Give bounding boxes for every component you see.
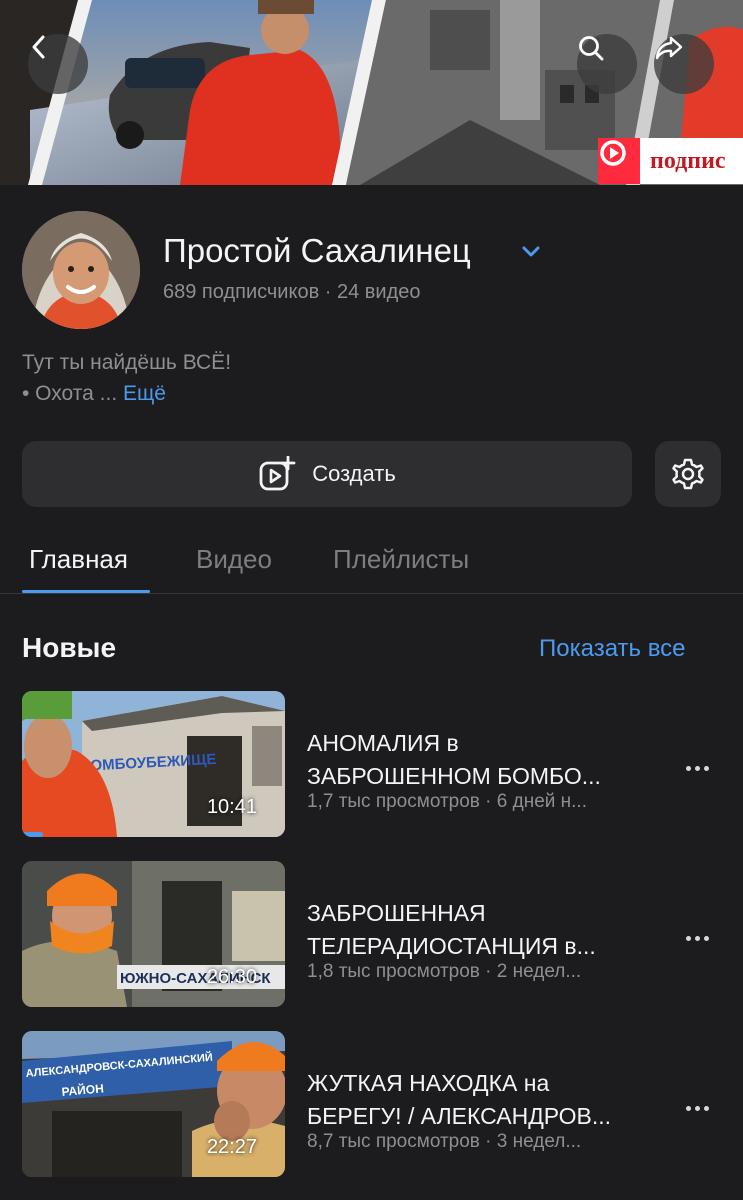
more-horizontal-icon-dot (703, 1105, 709, 1111)
channel-tabs: Главная Видео Плейлисты (0, 530, 743, 594)
video-title[interactable]: ЗАБРОШЕННАЯ ТЕЛЕРАДИОСТАНЦИЯ в... (307, 897, 657, 963)
video-title-line1: АНОМАЛИЯ в (307, 730, 459, 756)
video-more-button[interactable] (677, 1093, 717, 1123)
add-video-icon (259, 456, 296, 491)
subscribe-badge-text: подпис (650, 147, 726, 174)
video-title-line2: ТЕЛЕРАДИОСТАНЦИЯ в... (307, 933, 596, 959)
search-button[interactable] (577, 34, 637, 94)
video-title-line2: ЗАБРОШЕННОМ БОМБО... (307, 763, 601, 789)
video-count: 24 видео (336, 281, 421, 303)
more-horizontal-icon-dot (703, 935, 709, 941)
description-text: • Охота ... (22, 382, 124, 405)
video-meta: 8,7 тыс просмотров · 3 недел... (307, 1131, 582, 1152)
channel-avatar[interactable] (22, 211, 140, 329)
chevron-down-icon[interactable] (518, 240, 544, 262)
video-thumbnail[interactable]: БОМБОУБЕЖИЩЕ 10:41 (22, 691, 285, 837)
video-thumbnail[interactable]: ЮЖНО-САХАЛИНСК 26:30 (22, 861, 285, 1007)
channel-description-line2: • Охота ... Ещё (22, 382, 166, 406)
video-title[interactable]: АНОМАЛИЯ в ЗАБРОШЕННОМ БОМБО... (307, 727, 657, 793)
active-tab-indicator (22, 590, 150, 593)
video-duration: 22:27 (206, 1136, 257, 1158)
video-duration: 26:30 (206, 966, 257, 988)
more-horizontal-icon-dot (685, 1105, 691, 1111)
video-title[interactable]: ЖУТКАЯ НАХОДКА на БЕРЕГУ! / АЛЕКСАНДРОВ.… (307, 1067, 657, 1133)
more-horizontal-icon-dot (694, 765, 700, 771)
search-icon (579, 36, 604, 61)
create-button-label: Создать (312, 461, 396, 486)
channel-banner: подпис (0, 0, 743, 185)
channel-name: Простой Сахалинец (163, 232, 471, 269)
video-duration: 10:41 (206, 796, 257, 818)
section-title: Новые (22, 632, 117, 663)
video-meta: 1,7 тыс просмотров · 6 дней н... (307, 791, 587, 812)
banner-subscribe-badge: подпис (598, 138, 743, 184)
more-horizontal-icon-dot (685, 935, 691, 941)
video-more-button[interactable] (677, 923, 717, 953)
stats-separator: · (319, 281, 337, 303)
video-title-line1: ЖУТКАЯ НАХОДКА на (307, 1070, 550, 1096)
video-title-line1: ЗАБРОШЕННАЯ (307, 900, 486, 926)
video-title-line2: БЕРЕГУ! / АЛЕКСАНДРОВ... (307, 1103, 612, 1129)
more-horizontal-icon-dot (694, 935, 700, 941)
gear-icon (672, 458, 704, 490)
create-button[interactable]: Создать (22, 441, 632, 507)
channel-stats: 689 подписчиков · 24 видео (163, 281, 421, 304)
video-meta: 1,8 тыс просмотров · 2 недел... (307, 961, 582, 982)
avatar-image (22, 211, 140, 329)
video-item[interactable]: АЛЕКСАНДРОВСК-САХАЛИНСКИЙ РАЙОН 22:27 ЖУ… (0, 1031, 743, 1179)
settings-button[interactable] (655, 441, 721, 507)
more-horizontal-icon-dot (685, 765, 691, 771)
subscriber-count: 689 подписчиков (163, 281, 320, 303)
share-icon (655, 36, 683, 60)
show-all-link[interactable]: Показать все (539, 635, 686, 663)
video-item[interactable]: ЮЖНО-САХАЛИНСК 26:30 ЗАБРОШЕННАЯ ТЕЛЕРАД… (0, 861, 743, 1009)
share-button[interactable] (654, 34, 714, 94)
back-button[interactable] (28, 34, 88, 94)
description-more-link[interactable]: Ещё (123, 382, 166, 405)
tab-playlists[interactable]: Плейлисты (333, 544, 469, 575)
chevron-left-icon (32, 35, 45, 59)
channel-description-line1: Тут ты найдёшь ВСЁ! (22, 351, 232, 374)
video-more-button[interactable] (677, 753, 717, 783)
tab-videos[interactable]: Видео (196, 544, 272, 575)
video-item[interactable]: БОМБОУБЕЖИЩЕ 10:41 АНОМАЛИЯ в ЗАБРОШЕННО… (0, 691, 743, 839)
tab-home[interactable]: Главная (29, 544, 128, 575)
play-logo-icon (598, 138, 640, 184)
watch-progress-bar (22, 832, 43, 837)
channel-page: подпис Простой Сахалинец 689 подписчиков… (0, 0, 743, 1200)
more-horizontal-icon-dot (694, 1105, 700, 1111)
video-thumbnail[interactable]: АЛЕКСАНДРОВСК-САХАЛИНСКИЙ РАЙОН 22:27 (22, 1031, 285, 1177)
more-horizontal-icon-dot (703, 765, 709, 771)
